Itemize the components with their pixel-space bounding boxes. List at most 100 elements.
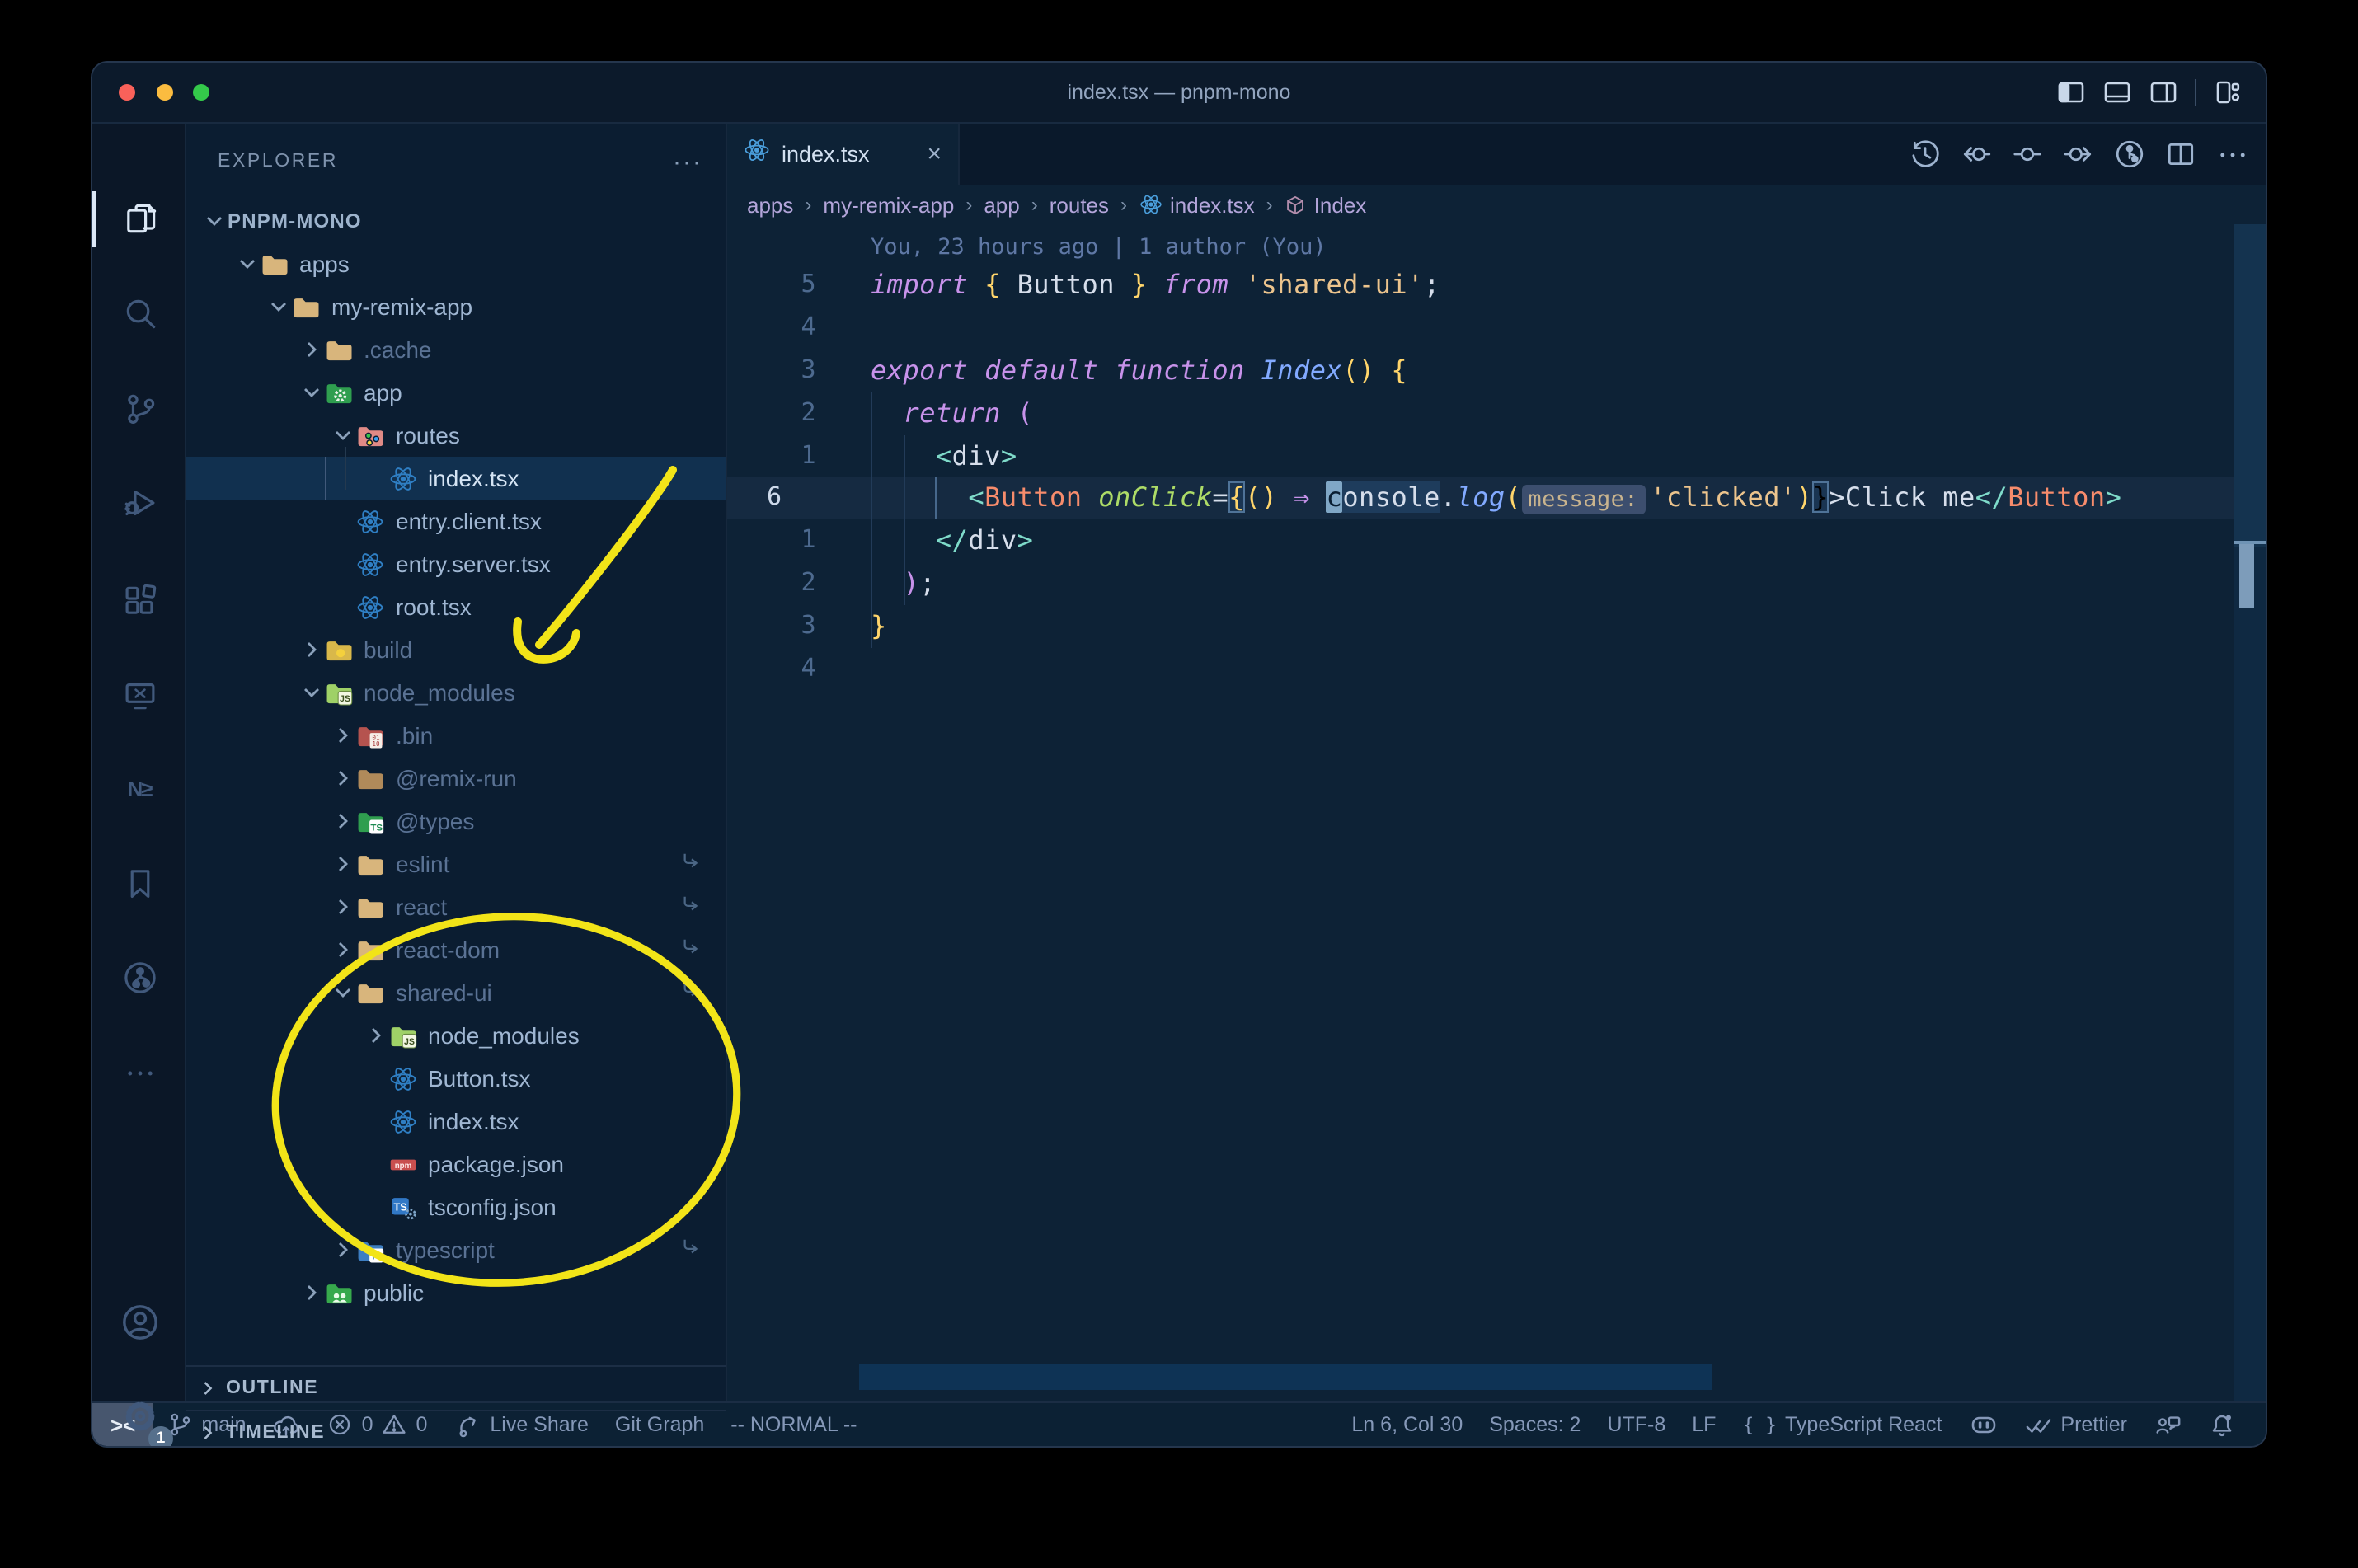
activity-item-remote-explorer[interactable] — [92, 658, 186, 734]
tree-item-node_modules[interactable]: JS node_modules — [186, 671, 726, 714]
zoom-window-button[interactable] — [193, 84, 209, 101]
tree-item-app[interactable]: app — [186, 371, 726, 414]
chevron-right-icon — [362, 1022, 388, 1049]
status-indentation[interactable]: Spaces: 2 — [1476, 1403, 1594, 1446]
tree-item-entry.server.tsx[interactable]: entry.server.tsx — [186, 542, 726, 585]
history-icon[interactable] — [1909, 138, 1941, 170]
customize-layout-icon[interactable] — [2213, 77, 2243, 107]
tree-item-eslint[interactable]: eslint — [186, 843, 726, 885]
tree-item-label: apps — [299, 251, 350, 277]
tree-item-root.tsx[interactable]: root.tsx — [186, 585, 726, 628]
outline-section-header[interactable]: OUTLINE — [186, 1365, 726, 1408]
prev-change-icon[interactable] — [1961, 138, 1992, 170]
breadcrumb-item-index.tsx[interactable]: index.tsx — [1139, 192, 1255, 217]
react-icon — [356, 507, 384, 535]
status-copilot[interactable] — [1955, 1403, 2011, 1446]
breadcrumb-item-my-remix-app[interactable]: my-remix-app — [823, 192, 954, 217]
code-line: 4 — [727, 647, 2266, 690]
breadcrumb-item-Index[interactable]: Index — [1285, 192, 1366, 217]
tree-item-index.tsx[interactable]: index.tsx — [186, 457, 726, 500]
folder-ts-icon: TS — [356, 1236, 384, 1264]
react-icon — [388, 1064, 416, 1092]
close-window-button[interactable] — [119, 84, 135, 101]
activity-item-account[interactable] — [92, 1284, 186, 1360]
tree-item-tsconfig.json[interactable]: TS tsconfig.json — [186, 1185, 726, 1228]
activity-item-search[interactable] — [92, 275, 186, 350]
split-editor-icon[interactable] — [2165, 138, 2196, 170]
folder-tan-icon — [356, 979, 384, 1007]
folder-js-icon: JS — [388, 1021, 416, 1049]
breadcrumb-item-app[interactable]: app — [984, 192, 1019, 217]
status-encoding[interactable]: UTF-8 — [1594, 1403, 1679, 1446]
status-feedback[interactable] — [2140, 1403, 2195, 1446]
more-icon[interactable] — [2216, 138, 2249, 171]
tree-item-shared-ui[interactable]: shared-ui — [186, 971, 726, 1014]
breadcrumb-separator: › — [965, 193, 973, 216]
status-formatter[interactable]: Prettier — [2011, 1403, 2140, 1446]
chevron-right-icon — [330, 1237, 356, 1263]
folder-tan-icon — [356, 850, 384, 878]
tree-item-build[interactable]: build — [186, 628, 726, 671]
status-language-mode[interactable]: { } TypeScript React — [1729, 1403, 1955, 1446]
next-change-icon[interactable] — [2063, 138, 2094, 170]
activity-item-git-graph[interactable] — [92, 940, 186, 1016]
tree-item-node_modules[interactable]: JS node_modules — [186, 1014, 726, 1057]
tree-item-routes[interactable]: routes — [186, 414, 726, 457]
tree-indent-guide — [345, 447, 346, 490]
chevron-right-icon — [298, 336, 324, 363]
folder-bin-icon: 01 10 — [356, 721, 384, 749]
status-cursor-position[interactable]: Ln 6, Col 30 — [1338, 1403, 1476, 1446]
tree-item-index.tsx[interactable]: index.tsx — [186, 1100, 726, 1143]
tab-index-tsx[interactable]: index.tsx × — [727, 124, 960, 185]
timeline-section-header[interactable]: TIMELINE — [186, 1410, 726, 1446]
tree-item-typescript[interactable]: TS typescript — [186, 1228, 726, 1271]
breadcrumb-item-apps[interactable]: apps — [747, 192, 793, 217]
tree-item-label: eslint — [396, 851, 450, 877]
tree-item-label: package.json — [428, 1151, 565, 1177]
folder-tan-icon — [356, 893, 384, 921]
status-eol[interactable]: LF — [1679, 1403, 1729, 1446]
tree-item-@remix-run[interactable]: @remix-run — [186, 757, 726, 800]
toggle-primary-sidebar-icon[interactable] — [2056, 77, 2086, 107]
activity-item-explorer[interactable] — [92, 181, 186, 257]
tree-item-Button.tsx[interactable]: Button.tsx — [186, 1057, 726, 1100]
activity-item-extensions[interactable] — [92, 561, 186, 637]
close-tab-icon[interactable]: × — [927, 142, 942, 167]
explorer-more-actions-button[interactable]: ··· — [673, 148, 702, 176]
tree-item-my-remix-app[interactable]: my-remix-app — [186, 285, 726, 328]
vscode-window: index.tsx — pnpm-mono N≥ 1 EXPLORER ··· P… — [91, 61, 2267, 1448]
toggle-secondary-sidebar-icon[interactable] — [2149, 77, 2178, 107]
tree-item-.cache[interactable]: .cache — [186, 328, 726, 371]
code-editor[interactable]: You, 23 hours ago | 1 author (You) 5 impo… — [727, 224, 2266, 1401]
activity-item-settings[interactable]: 1 — [92, 1378, 186, 1446]
copilot-icon — [1968, 1410, 1998, 1439]
tree-item-apps[interactable]: apps — [186, 242, 726, 285]
git-graph-circle-icon[interactable] — [2114, 138, 2145, 170]
toggle-panel-icon[interactable] — [2102, 77, 2132, 107]
activity-item-more-views[interactable] — [92, 1035, 186, 1111]
tree-item-entry.client.tsx[interactable]: entry.client.tsx — [186, 500, 726, 542]
tree-item-@types[interactable]: TS @types — [186, 800, 726, 843]
tree-item-react[interactable]: react — [186, 885, 726, 928]
breadcrumb-item-routes[interactable]: routes — [1050, 192, 1109, 217]
horizontal-scrollbar[interactable] — [859, 1364, 1712, 1390]
tree-item-public[interactable]: public — [186, 1271, 726, 1314]
tab-bar: index.tsx × — [727, 124, 2266, 185]
activity-item-bookmarks[interactable] — [92, 846, 186, 922]
svg-text:npm: npm — [394, 1161, 411, 1170]
activity-item-run-debug[interactable] — [92, 465, 186, 541]
explorer-title: EXPLORER — [218, 152, 339, 171]
status-vim-mode[interactable]: -- NORMAL -- — [717, 1403, 870, 1446]
tree-item-package.json[interactable]: npm package.json — [186, 1143, 726, 1185]
code-line: 3} — [727, 605, 2266, 648]
activity-item-nx-console[interactable]: N≥ — [92, 751, 186, 827]
minimize-window-button[interactable] — [156, 84, 172, 101]
status-notifications[interactable] — [2195, 1403, 2249, 1446]
activity-item-source-control[interactable] — [92, 371, 186, 447]
tree-item-react-dom[interactable]: react-dom — [186, 928, 726, 971]
change-icon[interactable] — [2012, 138, 2043, 170]
tree-item-PNPM-MONO[interactable]: PNPM-MONO — [186, 200, 726, 242]
vertical-scrollbar[interactable] — [2234, 224, 2266, 1401]
tree-item-.bin[interactable]: 01 10 .bin — [186, 714, 726, 757]
folder-build-icon — [324, 636, 352, 664]
